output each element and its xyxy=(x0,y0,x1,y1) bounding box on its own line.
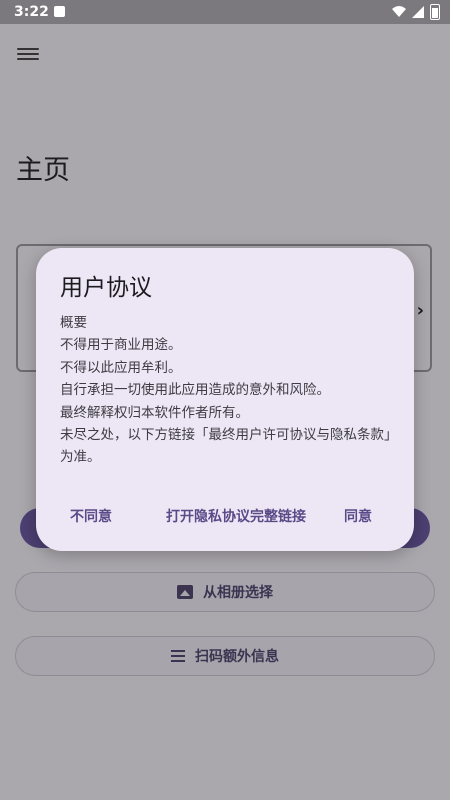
user-agreement-dialog: 用户协议 概要 不得用于商业用途。 不得以此应用牟利。 自行承担一切使用此应用造… xyxy=(36,248,414,551)
dialog-body-line: 自行承担一切使用此应用造成的意外和风险。 xyxy=(60,382,330,399)
signal-icon xyxy=(412,6,424,18)
album-select-label: 从相册选择 xyxy=(203,585,273,601)
notification-icon xyxy=(54,6,65,17)
agree-button[interactable]: 同意 xyxy=(344,506,372,526)
dialog-body-line: 不得以此应用牟利。 xyxy=(60,359,182,376)
dialog-body-line: 未尽之处，以下方链接「最终用户许可协议与隐私条款」为准。 xyxy=(60,427,398,466)
list-icon xyxy=(171,647,185,665)
status-bar: 3:22 xyxy=(0,0,450,24)
menu-icon[interactable] xyxy=(17,46,39,64)
status-icons xyxy=(392,4,440,20)
scan-extra-info-button[interactable]: 扫码额外信息 xyxy=(15,636,435,676)
battery-icon xyxy=(430,4,440,20)
open-privacy-link-button[interactable]: 打开隐私协议完整链接 xyxy=(166,506,306,526)
status-time: 3:22 xyxy=(14,4,49,20)
dialog-body-line: 概要 xyxy=(60,315,87,331)
chevron-right-icon[interactable]: › xyxy=(417,300,424,321)
dialog-body-line: 不得用于商业用途。 xyxy=(60,337,182,354)
image-icon xyxy=(177,585,193,599)
dialog-body-line: 最终解释权归本软件作者所有。 xyxy=(60,404,249,421)
wifi-icon xyxy=(392,6,406,17)
album-select-button[interactable]: 从相册选择 xyxy=(15,572,435,612)
dialog-title: 用户协议 xyxy=(60,275,152,301)
scan-extra-info-label: 扫码额外信息 xyxy=(195,649,279,665)
disagree-button[interactable]: 不同意 xyxy=(70,506,112,526)
dialog-actions: 不同意 打开隐私协议完整链接 同意 xyxy=(36,504,414,528)
page-title: 主页 xyxy=(16,155,70,186)
dialog-body: 概要 不得用于商业用途。 不得以此应用牟利。 自行承担一切使用此应用造成的意外和… xyxy=(60,312,400,469)
